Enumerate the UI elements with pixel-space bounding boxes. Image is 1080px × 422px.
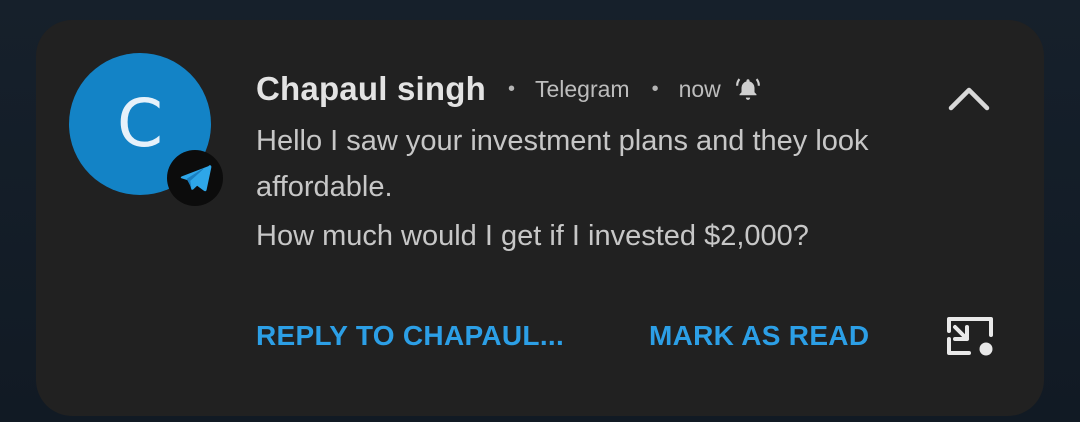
notification-actions: REPLY TO CHAPAUL... MARK AS READ (256, 316, 869, 356)
app-name: Telegram (534, 75, 630, 102)
telegram-plane-icon (180, 165, 212, 192)
message-line-2: How much would I get if I invested $2,00… (256, 220, 809, 252)
message-body: Hello I saw your investment plans and th… (256, 118, 956, 259)
collapse-button[interactable] (942, 78, 996, 118)
message-line-1: Hello I saw your investment plans and th… (256, 125, 869, 203)
chevron-up-icon (948, 87, 990, 111)
picture-in-picture-icon (947, 317, 993, 356)
mark-as-read-button[interactable]: MARK AS READ (649, 320, 869, 352)
reply-button[interactable]: REPLY TO CHAPAUL... (256, 320, 564, 352)
sender-name: Chapaul singh (256, 70, 486, 107)
notification-header: Chapaul singh • Telegram • now (256, 66, 761, 112)
telegram-badge (167, 150, 223, 206)
timestamp: now (678, 75, 721, 102)
bell-ringing-icon (735, 76, 761, 102)
header-separator: • (507, 77, 515, 100)
notification-card[interactable]: C Chapaul singh • Telegram • now Hello I… (36, 20, 1044, 416)
picture-in-picture-button[interactable] (942, 313, 998, 359)
header-separator: • (651, 77, 659, 100)
avatar-letter: C (116, 85, 164, 162)
